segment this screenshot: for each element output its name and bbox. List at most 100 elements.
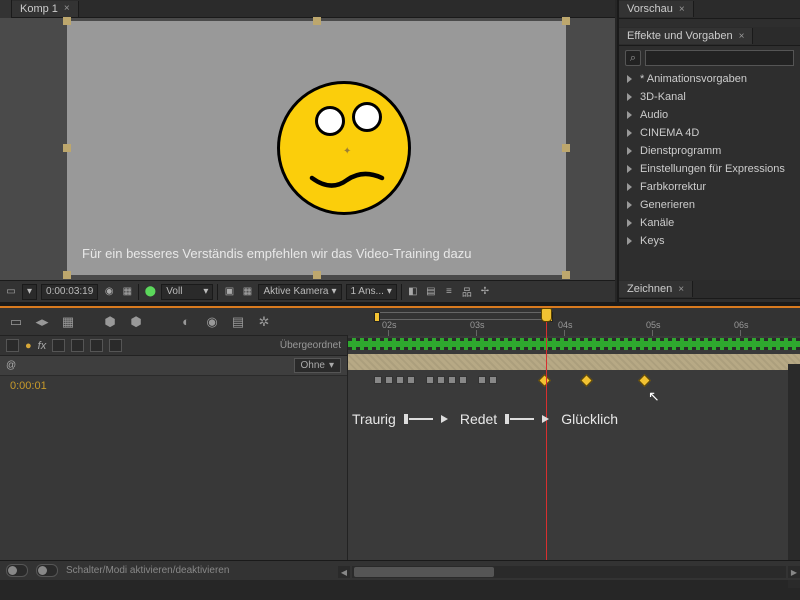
- effects-item[interactable]: * Animationsvorgaben: [619, 70, 800, 88]
- switch-col[interactable]: [52, 339, 65, 352]
- keyframe[interactable]: [437, 376, 445, 384]
- render-icon[interactable]: ◐: [176, 312, 196, 332]
- resolution-dropdown[interactable]: Voll▾: [161, 284, 213, 300]
- effects-item[interactable]: Farbkorrektur: [619, 178, 800, 196]
- vertical-scrollbar[interactable]: [788, 364, 800, 588]
- effects-item[interactable]: 3D-Kanal: [619, 88, 800, 106]
- camera-value: Aktive Kamera: [263, 286, 328, 297]
- motion-blur-icon[interactable]: ◉: [202, 312, 222, 332]
- grid-icon[interactable]: ▦: [240, 285, 254, 299]
- switches-toggle[interactable]: [6, 564, 28, 577]
- snapshot-icon[interactable]: ◉: [102, 285, 116, 299]
- composition-canvas[interactable]: ✦ Für ein besseres Verständis empfehlen …: [67, 21, 566, 275]
- smiley-layer[interactable]: ✦: [277, 81, 411, 215]
- graph-icon[interactable]: ▤: [228, 312, 248, 332]
- parent-column-header: Übergeordnet: [280, 340, 341, 351]
- tool-placeholder[interactable]: ◂▸: [32, 312, 52, 332]
- timeline-panel: ▭ ◂▸ ▦ ⬢ ⬢ ◐ ◉ ▤ ✲ 02s 03s 04s 05s 06s ●…: [0, 308, 800, 580]
- horizontal-scrollbar[interactable]: [352, 566, 786, 578]
- cache-bar: [348, 338, 800, 350]
- property-timecode[interactable]: 0:00:01: [0, 376, 347, 396]
- tab-stub[interactable]: [0, 0, 12, 18]
- switch-col[interactable]: [90, 339, 103, 352]
- pick-whip-icon[interactable]: @: [6, 360, 16, 371]
- tab-comp1[interactable]: Komp 1 ×: [12, 1, 79, 17]
- eye-column-icon[interactable]: [6, 339, 19, 352]
- transform-handle[interactable]: [562, 271, 570, 279]
- close-icon[interactable]: ×: [64, 3, 70, 14]
- transform-handle[interactable]: [313, 17, 321, 25]
- keyframe[interactable]: [385, 376, 393, 384]
- keyframe[interactable]: [396, 376, 404, 384]
- search-icon[interactable]: ⌕: [625, 50, 641, 66]
- tool-placeholder[interactable]: ▭: [6, 312, 26, 332]
- effects-item[interactable]: Kanäle: [619, 214, 800, 232]
- pixel-aspect-icon[interactable]: ◧: [406, 285, 420, 299]
- work-area-start[interactable]: [374, 312, 380, 322]
- timecode-field[interactable]: 0:00:03:19: [41, 284, 98, 300]
- keyframe[interactable]: [478, 376, 486, 384]
- tool-placeholder[interactable]: ▦: [58, 312, 78, 332]
- transform-handle[interactable]: [63, 271, 71, 279]
- scrollbar-thumb[interactable]: [354, 567, 494, 577]
- cube-icon[interactable]: ⬢: [100, 312, 120, 332]
- keyframe[interactable]: [448, 376, 456, 384]
- effects-item[interactable]: Audio: [619, 106, 800, 124]
- column-header: ● fx Übergeordnet: [0, 336, 347, 356]
- region-icon[interactable]: ▣: [222, 285, 236, 299]
- close-icon[interactable]: ×: [678, 284, 684, 295]
- effects-item[interactable]: Keys: [619, 232, 800, 250]
- time-ruler[interactable]: 02s 03s 04s 05s 06s: [348, 308, 800, 336]
- channel-icon[interactable]: ⬤: [143, 285, 157, 299]
- switch-col[interactable]: [109, 339, 122, 352]
- magnify-icon[interactable]: ▭: [4, 285, 18, 299]
- work-area-bar[interactable]: [376, 312, 551, 320]
- state-annotations: Traurig Redet Glücklich: [348, 406, 800, 432]
- keyframe[interactable]: [426, 376, 434, 384]
- views-dropdown[interactable]: 1 Ans...▾: [346, 284, 397, 300]
- effects-search-input[interactable]: [645, 50, 794, 66]
- transform-handle[interactable]: [313, 271, 321, 279]
- transform-handle[interactable]: [562, 144, 570, 152]
- draw-tab-label: Zeichnen: [627, 283, 672, 295]
- effects-item[interactable]: Dienstprogramm: [619, 142, 800, 160]
- effects-item[interactable]: CINEMA 4D: [619, 124, 800, 142]
- transform-handle[interactable]: [63, 144, 71, 152]
- layer-duration-bar[interactable]: [348, 354, 800, 370]
- effects-item[interactable]: Generieren: [619, 196, 800, 214]
- transform-handle[interactable]: [63, 17, 71, 25]
- camera-dropdown[interactable]: Aktive Kamera▾: [258, 284, 341, 300]
- transform-handle[interactable]: [562, 17, 570, 25]
- scroll-left-icon[interactable]: ◀: [338, 566, 350, 578]
- close-icon[interactable]: ×: [739, 31, 745, 42]
- cube-icon[interactable]: ⬢: [126, 312, 146, 332]
- switch-col[interactable]: [71, 339, 84, 352]
- modes-toggle[interactable]: [36, 564, 58, 577]
- timeline-icon[interactable]: ≡: [442, 285, 456, 299]
- parent-dropdown[interactable]: Ohne▾: [294, 358, 342, 373]
- keyframe[interactable]: [489, 376, 497, 384]
- layer-row[interactable]: @ Ohne▾: [0, 356, 347, 376]
- keyframe[interactable]: [374, 376, 382, 384]
- track-area[interactable]: ↖ Traurig Redet Glücklich: [348, 336, 800, 560]
- keyframe[interactable]: [459, 376, 467, 384]
- cti-head[interactable]: [541, 308, 552, 322]
- current-time-indicator[interactable]: [546, 308, 547, 560]
- effects-tab[interactable]: Effekte und Vorgaben ×: [619, 28, 753, 44]
- keyframe[interactable]: [407, 376, 415, 384]
- brainstorm-icon[interactable]: ✲: [254, 312, 274, 332]
- effects-item[interactable]: Einstellungen für Expressions: [619, 160, 800, 178]
- close-icon[interactable]: ×: [679, 4, 685, 15]
- reset-exposure-icon[interactable]: ✢: [478, 285, 492, 299]
- preview-tab[interactable]: Vorschau ×: [619, 1, 694, 17]
- zoom-dropdown[interactable]: ▾: [22, 284, 37, 300]
- keyframe-hold[interactable]: [580, 374, 593, 387]
- comp-flow-icon[interactable]: 品: [460, 285, 474, 299]
- fast-previews-icon[interactable]: ▤: [424, 285, 438, 299]
- keyframe-hold[interactable]: [638, 374, 651, 387]
- show-snapshot-icon[interactable]: ▦: [120, 285, 134, 299]
- keyframe-hold[interactable]: [538, 374, 551, 387]
- draw-tab[interactable]: Zeichnen ×: [619, 281, 693, 297]
- scroll-right-icon[interactable]: ▶: [788, 566, 800, 578]
- anchor-point-icon[interactable]: ✦: [343, 146, 351, 154]
